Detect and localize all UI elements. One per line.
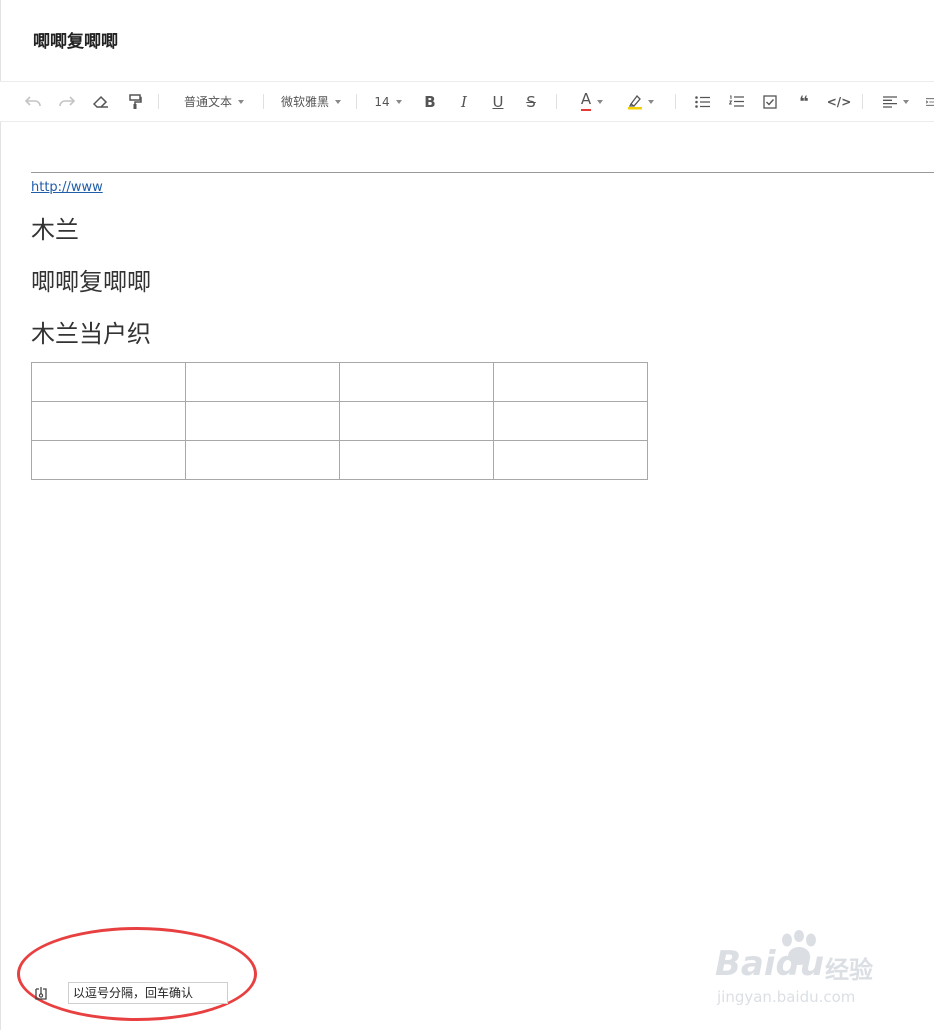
table-row xyxy=(31,362,648,402)
editor-toolbar: 普通文本 微软雅黑 14 B I U S A ❝ </> xyxy=(0,81,934,122)
underline-button[interactable]: U xyxy=(488,82,508,121)
table-cell[interactable] xyxy=(493,401,648,441)
chevron-down-icon xyxy=(648,99,654,104)
table-cell[interactable] xyxy=(493,362,648,402)
chevron-down-icon xyxy=(335,99,341,104)
indent-icon[interactable] xyxy=(926,82,934,121)
table-cell[interactable] xyxy=(31,440,186,480)
table-cell[interactable] xyxy=(339,401,494,441)
document-title[interactable]: 唧唧复唧唧 xyxy=(33,27,118,52)
paragraph-3[interactable]: 木兰当户织 xyxy=(31,314,151,349)
table-cell[interactable] xyxy=(185,440,340,480)
font-size-label: 14 xyxy=(374,94,390,109)
editor-left-border xyxy=(0,0,1,1030)
horizontal-rule xyxy=(31,172,934,173)
table-cell[interactable] xyxy=(185,401,340,441)
bold-button[interactable]: B xyxy=(420,82,440,121)
watermark-domain: jingyan.baidu.com xyxy=(717,988,856,1006)
tags-input[interactable] xyxy=(68,982,228,1004)
numbered-list-icon[interactable] xyxy=(726,82,746,121)
baidu-watermark: Baidu 经验 jingyan.baidu.com xyxy=(715,930,885,1010)
paragraph-style-select[interactable]: 普通文本 xyxy=(176,82,252,121)
bullet-list-icon[interactable] xyxy=(692,82,712,121)
chevron-down-icon xyxy=(238,99,244,104)
toolbar-separator xyxy=(862,94,863,109)
toolbar-separator xyxy=(356,94,357,109)
tag-icon xyxy=(33,985,49,1001)
format-painter-icon[interactable] xyxy=(124,82,146,121)
quote-icon[interactable]: ❝ xyxy=(794,82,814,121)
toolbar-separator xyxy=(263,94,264,109)
eraser-icon[interactable] xyxy=(90,82,112,121)
table-cell[interactable] xyxy=(493,440,648,480)
highlighter-icon xyxy=(628,94,642,109)
table-row xyxy=(31,440,648,480)
table-cell[interactable] xyxy=(31,401,186,441)
align-button[interactable] xyxy=(878,82,914,121)
italic-button[interactable]: I xyxy=(454,82,474,121)
font-family-select[interactable]: 微软雅黑 xyxy=(276,82,346,121)
chevron-down-icon xyxy=(903,99,909,104)
paragraph-1[interactable]: 木兰 xyxy=(31,210,79,245)
font-size-select[interactable]: 14 xyxy=(370,82,406,121)
watermark-product: 经验 xyxy=(825,956,873,984)
chevron-down-icon xyxy=(597,99,604,104)
paragraph-style-label: 普通文本 xyxy=(183,95,232,109)
checkbox-list-icon[interactable] xyxy=(760,82,780,121)
font-color-button[interactable]: A xyxy=(572,82,612,121)
code-icon[interactable]: </> xyxy=(827,82,852,121)
document-link[interactable]: http://www xyxy=(31,180,103,195)
document-table xyxy=(31,362,648,480)
redo-icon[interactable] xyxy=(56,82,78,121)
undo-icon[interactable] xyxy=(22,82,44,121)
table-cell[interactable] xyxy=(339,362,494,402)
font-family-label: 微软雅黑 xyxy=(280,95,329,109)
toolbar-separator xyxy=(556,94,557,109)
annotation-circle xyxy=(17,927,257,1021)
table-cell[interactable] xyxy=(339,440,494,480)
chevron-down-icon xyxy=(395,99,402,104)
highlight-color-button[interactable] xyxy=(620,82,662,121)
watermark-brand: Baidu xyxy=(715,944,825,984)
toolbar-separator xyxy=(158,94,159,109)
toolbar-separator xyxy=(675,94,676,109)
align-icon xyxy=(883,95,897,108)
table-cell[interactable] xyxy=(185,362,340,402)
paragraph-2[interactable]: 唧唧复唧唧 xyxy=(31,262,151,297)
strikethrough-button[interactable]: S xyxy=(521,82,541,121)
table-cell[interactable] xyxy=(31,362,186,402)
font-color-icon: A xyxy=(580,91,592,111)
table-row xyxy=(31,401,648,441)
